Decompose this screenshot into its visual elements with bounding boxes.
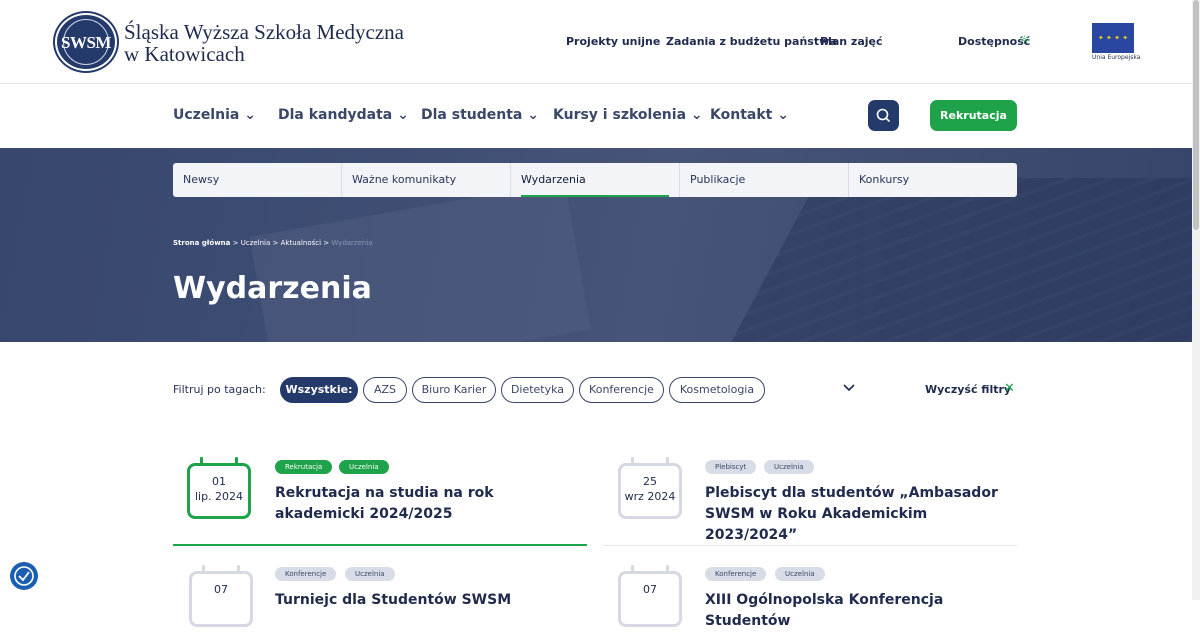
rekrutacja-button[interactable]: Rekrutacja	[930, 100, 1017, 131]
link-plan-zajec[interactable]: Plan zajęć	[820, 35, 883, 48]
accessibility-widget-button[interactable]	[10, 562, 38, 590]
nav-dla-kandydata[interactable]: Dla kandydata ⌄	[278, 107, 409, 123]
event-day: 07	[214, 583, 228, 596]
event-divider	[603, 545, 1017, 546]
page-title: Wydarzenia	[173, 271, 372, 306]
search-button[interactable]	[868, 100, 899, 131]
scrollbar-thumb[interactable]	[1193, 0, 1199, 230]
news-tabs: Newsy Ważne komunikaty Wydarzenia Publik…	[173, 163, 1017, 197]
nav-dla-studenta[interactable]: Dla studenta ⌄	[421, 107, 539, 123]
page-scrollbar[interactable]	[1192, 0, 1200, 600]
breadcrumb-current: Wydarzenia	[331, 239, 373, 247]
filter-chip-azs[interactable]: AZS	[363, 377, 407, 403]
eu-label: Unia Europejska	[1092, 54, 1141, 61]
event-date-calendar: 07	[189, 565, 253, 627]
breadcrumb-uczelnia[interactable]: Uczelnia	[241, 239, 271, 247]
event-day: 01	[212, 475, 226, 488]
filter-chip-biuro-karier[interactable]: Biuro Karier	[412, 377, 496, 403]
event-date-calendar: 01 lip. 2024	[187, 457, 251, 519]
search-icon	[876, 108, 891, 123]
breadcrumb-aktualnosci[interactable]: Aktualności	[281, 239, 321, 247]
university-logo-seal[interactable]: SWSM	[55, 13, 117, 71]
event-month: wrz 2024	[624, 490, 676, 503]
filter-chip-wszystkie[interactable]: Wszystkie:	[280, 377, 358, 403]
link-projekty-unijne[interactable]: Projekty unijne	[566, 35, 660, 48]
event-tag[interactable]: Uczelnia	[345, 567, 395, 581]
nav-uczelnia[interactable]: Uczelnia ⌄	[173, 107, 256, 123]
eu-stars-icon: ✦ ✦ ✦ ✦	[1097, 34, 1129, 42]
nav-kontakt[interactable]: Kontakt ⌄	[710, 107, 789, 123]
top-header: SWSM Śląska Wyższa Szkoła Medyczna w Kat…	[0, 0, 1192, 84]
breadcrumb-home[interactable]: Strona główna	[173, 239, 230, 247]
clear-filters-link[interactable]: Wyczyść filtry	[925, 383, 1011, 396]
filter-chip-dietetyka[interactable]: Dietetyka	[501, 377, 574, 403]
breadcrumb: Strona główna > Uczelnia > Aktualności >…	[173, 239, 373, 247]
event-tag[interactable]: Uczelnia	[775, 567, 825, 581]
event-title[interactable]: XIII Ogólnopolska Konferencja Studentów	[705, 590, 1025, 632]
event-day: 07	[643, 583, 657, 596]
link-zadania-z-budzetu[interactable]: Zadania z budżetu państwa	[666, 35, 837, 48]
event-month: lip. 2024	[194, 490, 244, 503]
event-date-calendar: 25 wrz 2024	[618, 457, 682, 519]
event-divider-active	[173, 544, 587, 546]
tab-konkursy[interactable]: Konkursy	[849, 163, 1017, 197]
event-title[interactable]: Rekrutacja na studia na rok akademicki 2…	[275, 483, 575, 525]
accessibility-icon	[14, 566, 34, 586]
event-tag[interactable]: Konferencje	[275, 567, 337, 581]
filter-label: Filtruj po tagach:	[173, 383, 266, 396]
tab-newsy[interactable]: Newsy	[173, 163, 342, 197]
chevron-down-icon: ⌄	[397, 107, 409, 123]
sun-icon[interactable]: ☼	[1019, 33, 1030, 47]
event-tag[interactable]: Plebiscyt	[705, 460, 757, 474]
university-name[interactable]: Śląska Wyższa Szkoła Medyczna w Katowica…	[124, 21, 404, 65]
event-tag[interactable]: Konferencje	[705, 567, 767, 581]
tab-wydarzenia[interactable]: Wydarzenia	[511, 163, 680, 197]
event-title[interactable]: Turniejc dla Studentów SWSM	[275, 590, 575, 611]
chevron-down-icon: ⌄	[690, 107, 703, 123]
close-icon[interactable]: ✕	[1004, 381, 1015, 396]
filter-chip-konferencje[interactable]: Konferencje	[579, 377, 664, 403]
tab-publikacje[interactable]: Publikacje	[680, 163, 849, 197]
chevron-down-icon: ⌄	[244, 107, 256, 123]
expand-filters-chevron-icon[interactable]	[843, 383, 855, 393]
chevron-down-icon: ⌄	[527, 107, 539, 123]
logo-abbr: SWSM	[61, 33, 111, 52]
university-name-line2: w Katowicach	[124, 42, 245, 66]
university-name-line1: Śląska Wyższa Szkoła Medyczna	[124, 20, 405, 44]
event-title[interactable]: Plebiscyt dla studentów „Ambasador SWSM …	[705, 483, 1005, 546]
event-tag[interactable]: Uczelnia	[339, 460, 389, 474]
filter-chip-kosmetologia[interactable]: Kosmetologia	[669, 377, 765, 403]
event-tag[interactable]: Uczelnia	[764, 460, 814, 474]
event-date-calendar: 07	[618, 565, 682, 627]
chevron-down-icon: ⌄	[777, 107, 789, 123]
event-day: 25	[643, 475, 657, 488]
nav-kursy-i-szkolenia[interactable]: Kursy i szkolenia ⌄	[553, 107, 703, 123]
event-tag[interactable]: Rekrutacja	[275, 460, 333, 474]
tab-wazne-komunikaty[interactable]: Ważne komunikaty	[342, 163, 511, 197]
